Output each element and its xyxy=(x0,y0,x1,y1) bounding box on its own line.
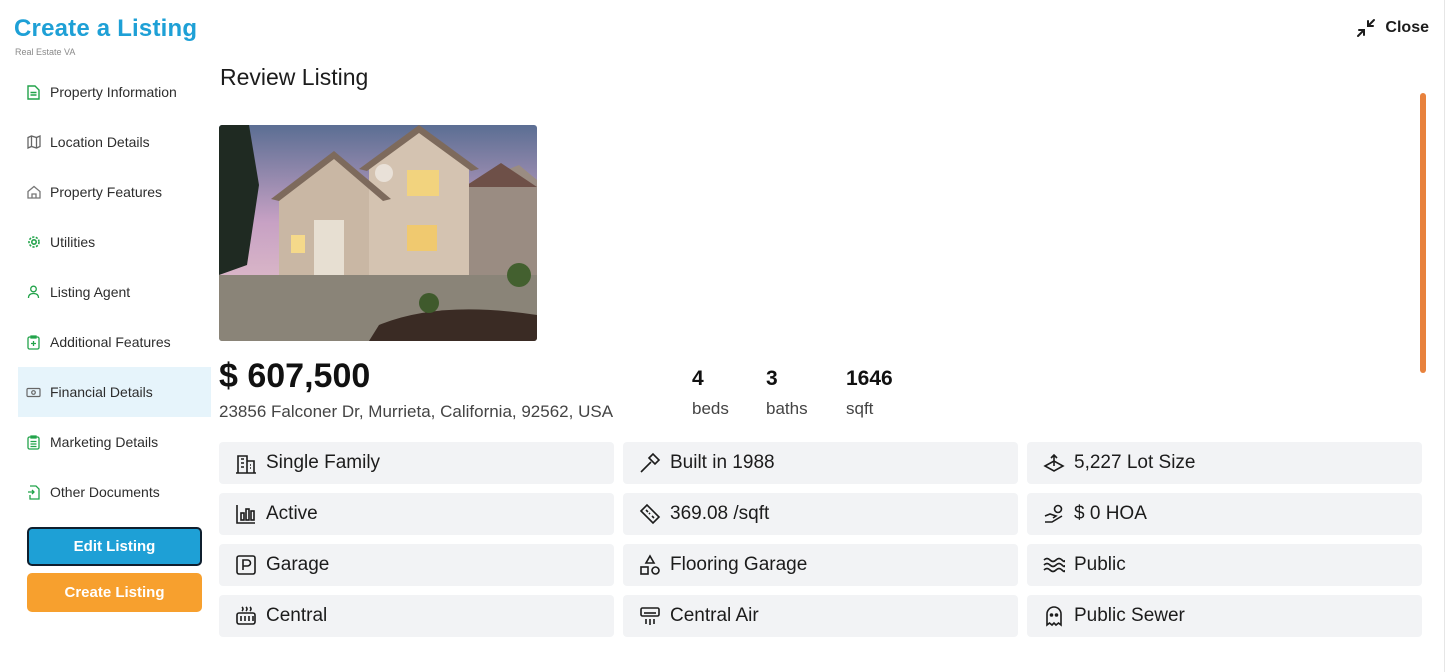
lot-size-icon xyxy=(1042,452,1065,475)
page-title: Review Listing xyxy=(220,64,369,90)
sidebar-item-label: Additional Features xyxy=(50,334,171,350)
feature-chip-cooling: Central Air xyxy=(623,595,1018,637)
hand-coins-icon xyxy=(1042,503,1065,526)
listing-address: 23856 Falconer Dr, Murrieta, California,… xyxy=(219,402,614,421)
app-subtitle: Real Estate VA xyxy=(15,47,76,57)
map-icon xyxy=(26,135,41,150)
clipboard-list-icon xyxy=(26,434,41,450)
feature-chip-status: Active xyxy=(219,493,614,535)
file-export-icon xyxy=(26,484,41,500)
shapes-icon xyxy=(638,554,661,577)
sidebar-item-financial-details[interactable]: Financial Details xyxy=(18,367,211,417)
baths-value: 3 xyxy=(766,367,778,390)
sidebar-item-label: Property Information xyxy=(50,84,177,100)
feature-chip-hoa: $ 0 HOA xyxy=(1027,493,1422,535)
sidebar-item-label: Financial Details xyxy=(50,384,153,400)
clipboard-plus-icon xyxy=(26,334,41,350)
minimize-icon xyxy=(1356,18,1376,38)
document-icon xyxy=(26,84,41,100)
user-icon xyxy=(26,285,41,300)
feature-chip-flooring: Flooring Garage xyxy=(623,544,1018,586)
feature-chip-parking: Garage xyxy=(219,544,614,586)
sidebar-item-label: Listing Agent xyxy=(50,284,131,300)
feature-text: $ 0 HOA xyxy=(1074,503,1147,524)
ruler-icon xyxy=(638,503,661,526)
close-button[interactable]: Close xyxy=(1356,18,1429,38)
building-icon xyxy=(234,452,257,475)
listing-price: $ 607,500 xyxy=(219,357,371,395)
sqft-value: 1646 xyxy=(846,367,893,390)
feature-text: Garage xyxy=(266,554,330,575)
sidebar-item-other-documents[interactable]: Other Documents xyxy=(18,467,211,517)
feature-chip-heating: Central xyxy=(219,595,614,637)
sidebar-item-listing-agent[interactable]: Listing Agent xyxy=(18,267,211,317)
air-conditioner-icon xyxy=(638,605,661,628)
edit-listing-button[interactable]: Edit Listing xyxy=(27,527,202,566)
baths-label: baths xyxy=(766,399,808,418)
sidebar-item-label: Other Documents xyxy=(50,484,160,500)
feature-text: Built in 1988 xyxy=(670,452,775,473)
home-icon xyxy=(26,185,41,200)
feature-text: 5,227 Lot Size xyxy=(1074,452,1196,473)
parking-icon xyxy=(234,554,257,577)
feature-text: Central xyxy=(266,605,328,626)
sidebar: Property Information Location Details Pr… xyxy=(18,67,211,517)
sidebar-item-label: Location Details xyxy=(50,134,150,150)
bar-chart-icon xyxy=(234,503,257,526)
feature-text: Public Sewer xyxy=(1074,605,1185,626)
feature-grid: Single Family Built in 1988 5,227 Lot Si… xyxy=(219,442,1422,637)
gear-icon xyxy=(26,235,41,250)
beds-label: beds xyxy=(692,399,729,418)
feature-chip-sewer: Public Sewer xyxy=(1027,595,1422,637)
waves-icon xyxy=(1042,554,1065,577)
feature-text: Single Family xyxy=(266,452,381,473)
feature-chip-price-per-sqft: 369.08 /sqft xyxy=(623,493,1018,535)
app-title: Create a Listing xyxy=(14,15,198,42)
close-label: Close xyxy=(1385,19,1429,36)
sidebar-item-location-details[interactable]: Location Details xyxy=(18,117,211,167)
feature-text: Flooring Garage xyxy=(670,554,808,575)
heater-icon xyxy=(234,605,257,628)
sqft-stat: 1646 sqft xyxy=(846,367,893,419)
baths-stat: 3 baths xyxy=(766,367,808,419)
feature-text: Central Air xyxy=(670,605,759,626)
feature-text: 369.08 /sqft xyxy=(670,503,770,524)
property-photo xyxy=(219,125,537,341)
beds-stat: 4 beds xyxy=(692,367,729,419)
money-icon xyxy=(26,385,41,400)
beds-value: 4 xyxy=(692,367,704,390)
feature-chip-year-built: Built in 1988 xyxy=(623,442,1018,484)
hammer-icon xyxy=(638,452,661,475)
sqft-label: sqft xyxy=(846,399,874,418)
ghost-icon xyxy=(1042,605,1065,628)
sidebar-item-additional-features[interactable]: Additional Features xyxy=(18,317,211,367)
sidebar-item-label: Utilities xyxy=(50,234,96,250)
sidebar-item-utilities[interactable]: Utilities xyxy=(18,217,211,267)
create-listing-button[interactable]: Create Listing xyxy=(27,573,202,612)
feature-chip-property-type: Single Family xyxy=(219,442,614,484)
window-edge xyxy=(1444,0,1445,672)
sidebar-item-property-information[interactable]: Property Information xyxy=(18,67,211,117)
sidebar-item-label: Marketing Details xyxy=(50,434,159,450)
sidebar-item-property-features[interactable]: Property Features xyxy=(18,167,211,217)
feature-text: Public xyxy=(1074,554,1126,575)
sidebar-item-marketing-details[interactable]: Marketing Details xyxy=(18,417,211,467)
feature-text: Active xyxy=(266,503,318,524)
scrollbar[interactable] xyxy=(1420,93,1426,373)
sidebar-item-label: Property Features xyxy=(50,184,163,200)
feature-chip-lot-size: 5,227 Lot Size xyxy=(1027,442,1422,484)
feature-chip-water: Public xyxy=(1027,544,1422,586)
